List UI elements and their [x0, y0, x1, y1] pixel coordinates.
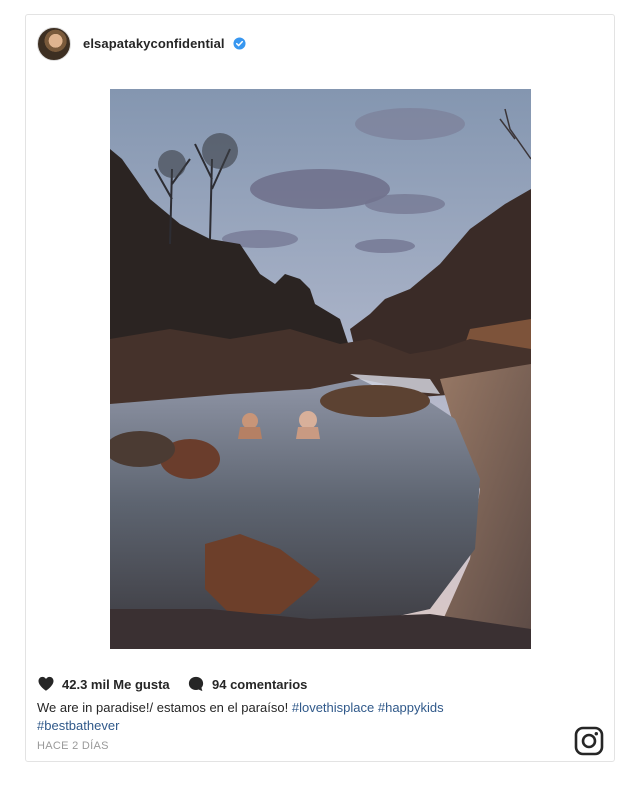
post-caption: We are in paradise!/ estamos en el paraí…: [37, 699, 507, 735]
post-photo[interactable]: [110, 89, 531, 649]
instagram-embed-card: elsapatakyconfidential 42.3 mil Me gusta…: [25, 14, 615, 762]
comment-bubble-icon[interactable]: [187, 675, 205, 693]
post-actions: 42.3 mil Me gusta 94 comentarios: [37, 675, 597, 695]
likes-count[interactable]: 42.3 mil Me gusta: [62, 677, 170, 692]
caption-text: We are in paradise!/ estamos en el paraí…: [37, 700, 292, 715]
heart-icon[interactable]: [37, 675, 55, 693]
post-timestamp[interactable]: HACE 2 DÍAS: [37, 740, 109, 752]
hashtag-link[interactable]: #happykids: [378, 700, 444, 715]
avatar[interactable]: [37, 27, 71, 61]
hashtag-link[interactable]: #bestbathever: [37, 718, 119, 733]
comments-count[interactable]: 94 comentarios: [212, 677, 307, 692]
rock-pool-scene: [110, 89, 531, 649]
instagram-logo-icon[interactable]: [574, 726, 604, 756]
post-header: elsapatakyconfidential: [26, 15, 614, 73]
verified-badge-icon: [233, 37, 246, 50]
hashtag-link[interactable]: #lovethisplace: [292, 700, 374, 715]
username-link[interactable]: elsapatakyconfidential: [83, 36, 225, 51]
